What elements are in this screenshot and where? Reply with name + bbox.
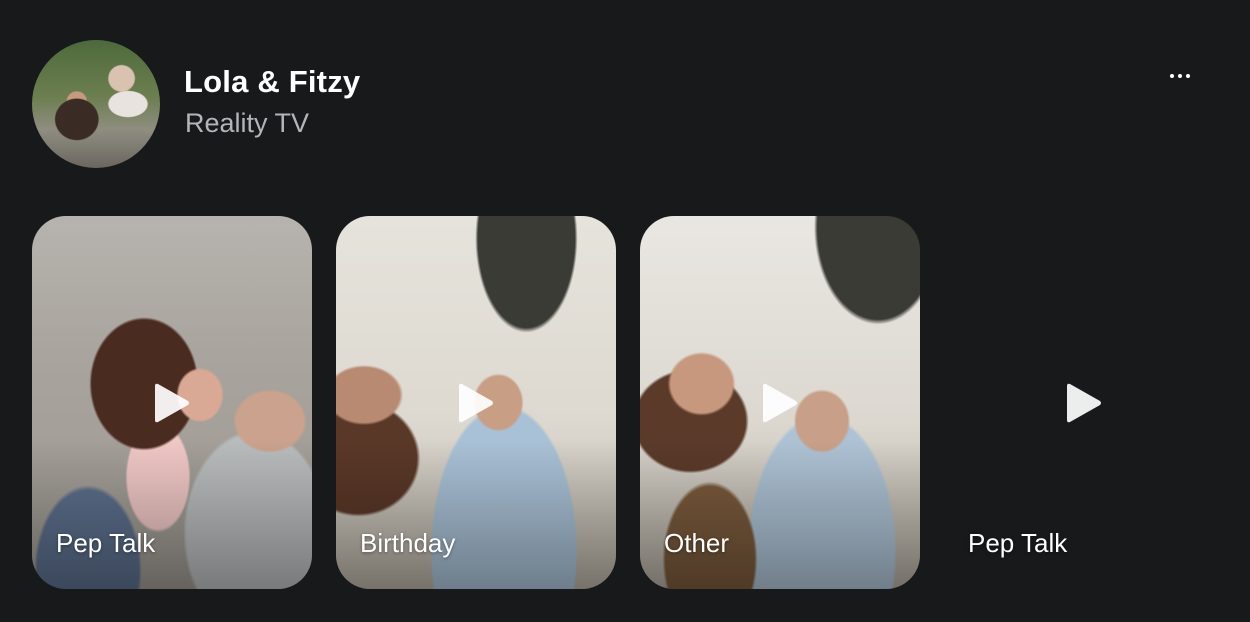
play-icon xyxy=(763,383,797,422)
play-icon xyxy=(1067,383,1101,422)
video-card-other[interactable]: Other xyxy=(640,216,920,589)
channel-avatar[interactable] xyxy=(32,40,160,168)
channel-title: Lola & Fitzy xyxy=(184,64,361,99)
channel-category: Reality TV xyxy=(185,108,310,138)
play-icon xyxy=(459,383,493,422)
more-options-button[interactable] xyxy=(1164,62,1196,90)
more-dot-icon xyxy=(1170,74,1174,78)
video-card-pep-talk[interactable]: Pep Talk xyxy=(32,216,312,589)
more-dot-icon xyxy=(1186,74,1190,78)
video-card-label: Birthday xyxy=(360,528,456,558)
video-card-label: Other xyxy=(664,528,730,558)
more-dot-icon xyxy=(1178,74,1182,78)
play-icon xyxy=(155,383,189,422)
video-card-label: Pep Talk xyxy=(968,528,1068,558)
video-card-label: Pep Talk xyxy=(56,528,156,558)
video-card-birthday[interactable]: Birthday xyxy=(336,216,616,589)
video-card-pep-talk-2[interactable]: Pep Talk xyxy=(944,216,1224,589)
